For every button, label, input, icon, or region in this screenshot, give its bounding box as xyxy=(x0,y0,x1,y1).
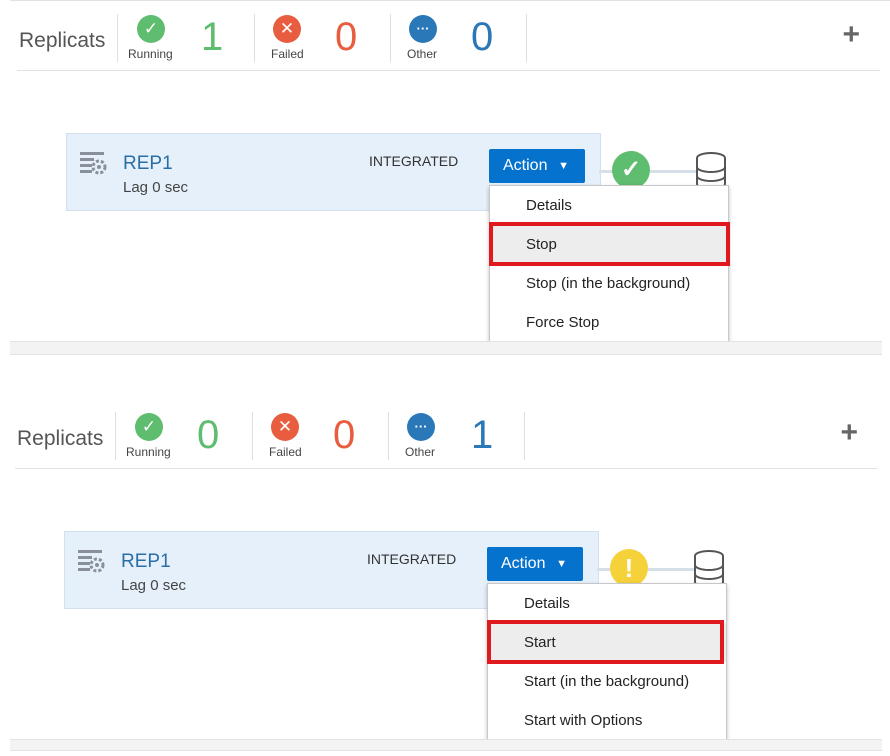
replicat-lag: Lag 0 sec xyxy=(121,577,187,594)
caret-down-icon: ▼ xyxy=(558,160,569,172)
check-icon: ✓ xyxy=(137,15,165,43)
highlight-box xyxy=(489,222,730,266)
other-count: 1 xyxy=(471,413,494,457)
summary-underline xyxy=(15,468,878,469)
divider xyxy=(390,14,391,62)
plus-icon[interactable]: + xyxy=(842,20,860,50)
x-icon: ✕ xyxy=(271,413,299,441)
menu-item-stop-background[interactable]: Stop (in the background) xyxy=(490,264,728,303)
divider xyxy=(117,14,118,62)
highlight-box xyxy=(487,620,724,664)
connector-line xyxy=(597,568,611,571)
connector-line xyxy=(599,170,613,173)
replicat-name[interactable]: REP1 xyxy=(123,153,173,175)
running-count: 1 xyxy=(201,15,224,59)
replicats-summary: Replicats ✓ Running 0 ✕ Failed 0 ··· Oth… xyxy=(0,398,880,468)
replicat-icon xyxy=(80,152,107,175)
replicats-summary: Replicats ✓ Running 1 ✕ Failed 0 ··· Oth… xyxy=(0,0,880,70)
running-status-icon: ✓ xyxy=(612,151,650,189)
panel-separator xyxy=(10,739,882,751)
divider xyxy=(388,412,389,460)
replicats-title: Replicats xyxy=(19,29,106,52)
replicats-title: Replicats xyxy=(17,427,104,450)
menu-item-start-with-options[interactable]: Start with Options xyxy=(488,701,726,740)
failed-label: Failed xyxy=(269,445,302,459)
replicat-type: INTEGRATED xyxy=(369,153,459,169)
check-icon: ✓ xyxy=(135,413,163,441)
other-label: Other xyxy=(405,445,436,459)
replicat-lag: Lag 0 sec xyxy=(123,179,189,196)
divider xyxy=(526,14,527,62)
connector-line xyxy=(648,568,694,571)
divider xyxy=(254,14,255,62)
menu-item-force-stop[interactable]: Force Stop xyxy=(490,303,728,342)
ellipsis-icon: ··· xyxy=(407,413,435,441)
failed-count: 0 xyxy=(335,15,358,59)
other-label: Other xyxy=(407,47,438,61)
divider xyxy=(524,412,525,460)
replicat-type: INTEGRATED xyxy=(367,551,457,567)
replicats-panel-running: Replicats ✓ Running 1 ✕ Failed 0 ··· Oth… xyxy=(0,0,890,350)
failed-count: 0 xyxy=(333,413,356,457)
menu-item-details[interactable]: Details xyxy=(490,186,728,225)
action-button[interactable]: Action ▼ xyxy=(489,149,585,183)
replicat-name[interactable]: REP1 xyxy=(121,551,171,573)
divider xyxy=(252,412,253,460)
action-button[interactable]: Action ▼ xyxy=(487,547,583,581)
ellipsis-icon: ··· xyxy=(409,15,437,43)
replicats-panel-stopped: Replicats ✓ Running 0 ✕ Failed 0 ··· Oth… xyxy=(0,398,890,748)
plus-icon[interactable]: + xyxy=(840,418,858,448)
replicat-icon xyxy=(78,550,105,573)
running-count: 0 xyxy=(197,413,220,457)
other-count: 0 xyxy=(471,15,494,59)
divider xyxy=(115,412,116,460)
action-label: Action xyxy=(503,157,548,174)
caret-down-icon: ▼ xyxy=(556,558,567,570)
running-label: Running xyxy=(128,47,173,61)
x-icon: ✕ xyxy=(273,15,301,43)
menu-item-details[interactable]: Details xyxy=(488,584,726,623)
running-label: Running xyxy=(126,445,171,459)
action-label: Action xyxy=(501,555,546,572)
connector-line xyxy=(650,170,696,173)
panel-separator xyxy=(10,341,882,355)
failed-label: Failed xyxy=(271,47,304,61)
menu-item-start-background[interactable]: Start (in the background) xyxy=(488,662,726,701)
warning-status-icon: ! xyxy=(610,549,648,587)
summary-underline xyxy=(17,70,880,71)
